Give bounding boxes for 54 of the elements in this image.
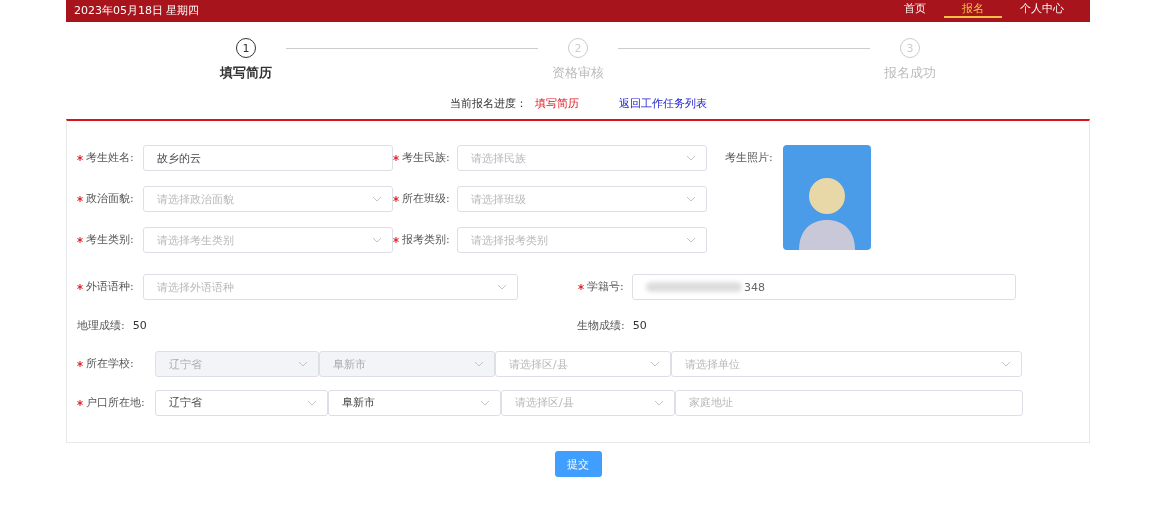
date-text: 2023年05月18日 星期四 — [74, 3, 201, 18]
score-value: 50 — [132, 319, 147, 333]
progress-value: 填写简历 — [534, 96, 579, 111]
step-number: 1 — [236, 38, 256, 58]
field-label: 户口所在地: — [86, 394, 145, 411]
select-field[interactable]: 请选择班级 — [457, 186, 707, 212]
select-field[interactable]: 请选择外语语种 — [143, 274, 518, 301]
field-label: 外语语种: — [86, 279, 134, 296]
select-field[interactable]: 请选择考生类别 — [143, 227, 393, 253]
field-label: 所在班级: — [402, 191, 450, 207]
step-label: 资格审核 — [552, 64, 604, 82]
chevron-down-icon — [372, 196, 382, 202]
field-label: 考生照片: — [725, 151, 773, 164]
field-label: 考生民族: — [402, 150, 450, 166]
chevron-down-icon — [372, 237, 382, 243]
select-field[interactable]: 请选择政治面貌 — [143, 186, 393, 212]
chevron-down-icon — [686, 237, 696, 243]
chevron-down-icon — [686, 196, 696, 202]
field-label: 报考类别: — [402, 232, 450, 248]
score-label: 生物成绩: — [577, 319, 625, 333]
chevron-down-icon — [497, 284, 507, 291]
chevron-down-icon — [474, 361, 484, 368]
field-label: 考生姓名: — [86, 150, 134, 166]
chevron-down-icon — [650, 361, 660, 368]
select-field[interactable]: 请选择区/县 — [501, 389, 675, 416]
nav-link[interactable]: 首页 — [886, 1, 944, 18]
nav-link[interactable]: 报名 — [944, 1, 1002, 18]
chevron-down-icon — [654, 399, 664, 406]
step-label: 报名成功 — [884, 64, 936, 82]
task-list-link[interactable]: 返回工作任务列表 — [618, 96, 707, 111]
select-field[interactable]: 阜新市 — [328, 389, 501, 416]
select-field[interactable]: 请选择区/县 — [495, 351, 671, 378]
select-field[interactable]: 辽宁省 — [155, 389, 328, 416]
score-label: 地理成绩: — [77, 319, 125, 333]
chevron-down-icon — [298, 361, 308, 368]
chevron-down-icon — [1001, 361, 1011, 368]
nav-link[interactable]: 个人中心 — [1002, 1, 1082, 18]
field-label: 考生类别: — [86, 232, 134, 248]
chevron-down-icon — [480, 399, 490, 406]
chevron-down-icon — [307, 399, 317, 406]
step-label: 填写简历 — [220, 64, 272, 82]
submit-button[interactable]: 提交 — [554, 451, 602, 477]
progress-label: 当前报名进度： — [449, 96, 527, 111]
input-field[interactable]: 故乡的云 — [143, 145, 393, 171]
select-field[interactable]: 请选择民族 — [457, 145, 707, 171]
field-label: 政治面貌: — [86, 191, 134, 207]
select-field[interactable]: 请选择单位 — [671, 351, 1022, 378]
input-field[interactable]: 348 — [632, 274, 1016, 301]
field-label: 所在学校: — [86, 356, 134, 373]
score-value: 50 — [632, 319, 647, 333]
field-label: 学籍号: — [587, 279, 624, 296]
chevron-down-icon — [686, 155, 696, 161]
select-field[interactable]: 请选择报考类别 — [457, 227, 707, 253]
input-field[interactable]: 家庭地址 — [675, 389, 1023, 416]
